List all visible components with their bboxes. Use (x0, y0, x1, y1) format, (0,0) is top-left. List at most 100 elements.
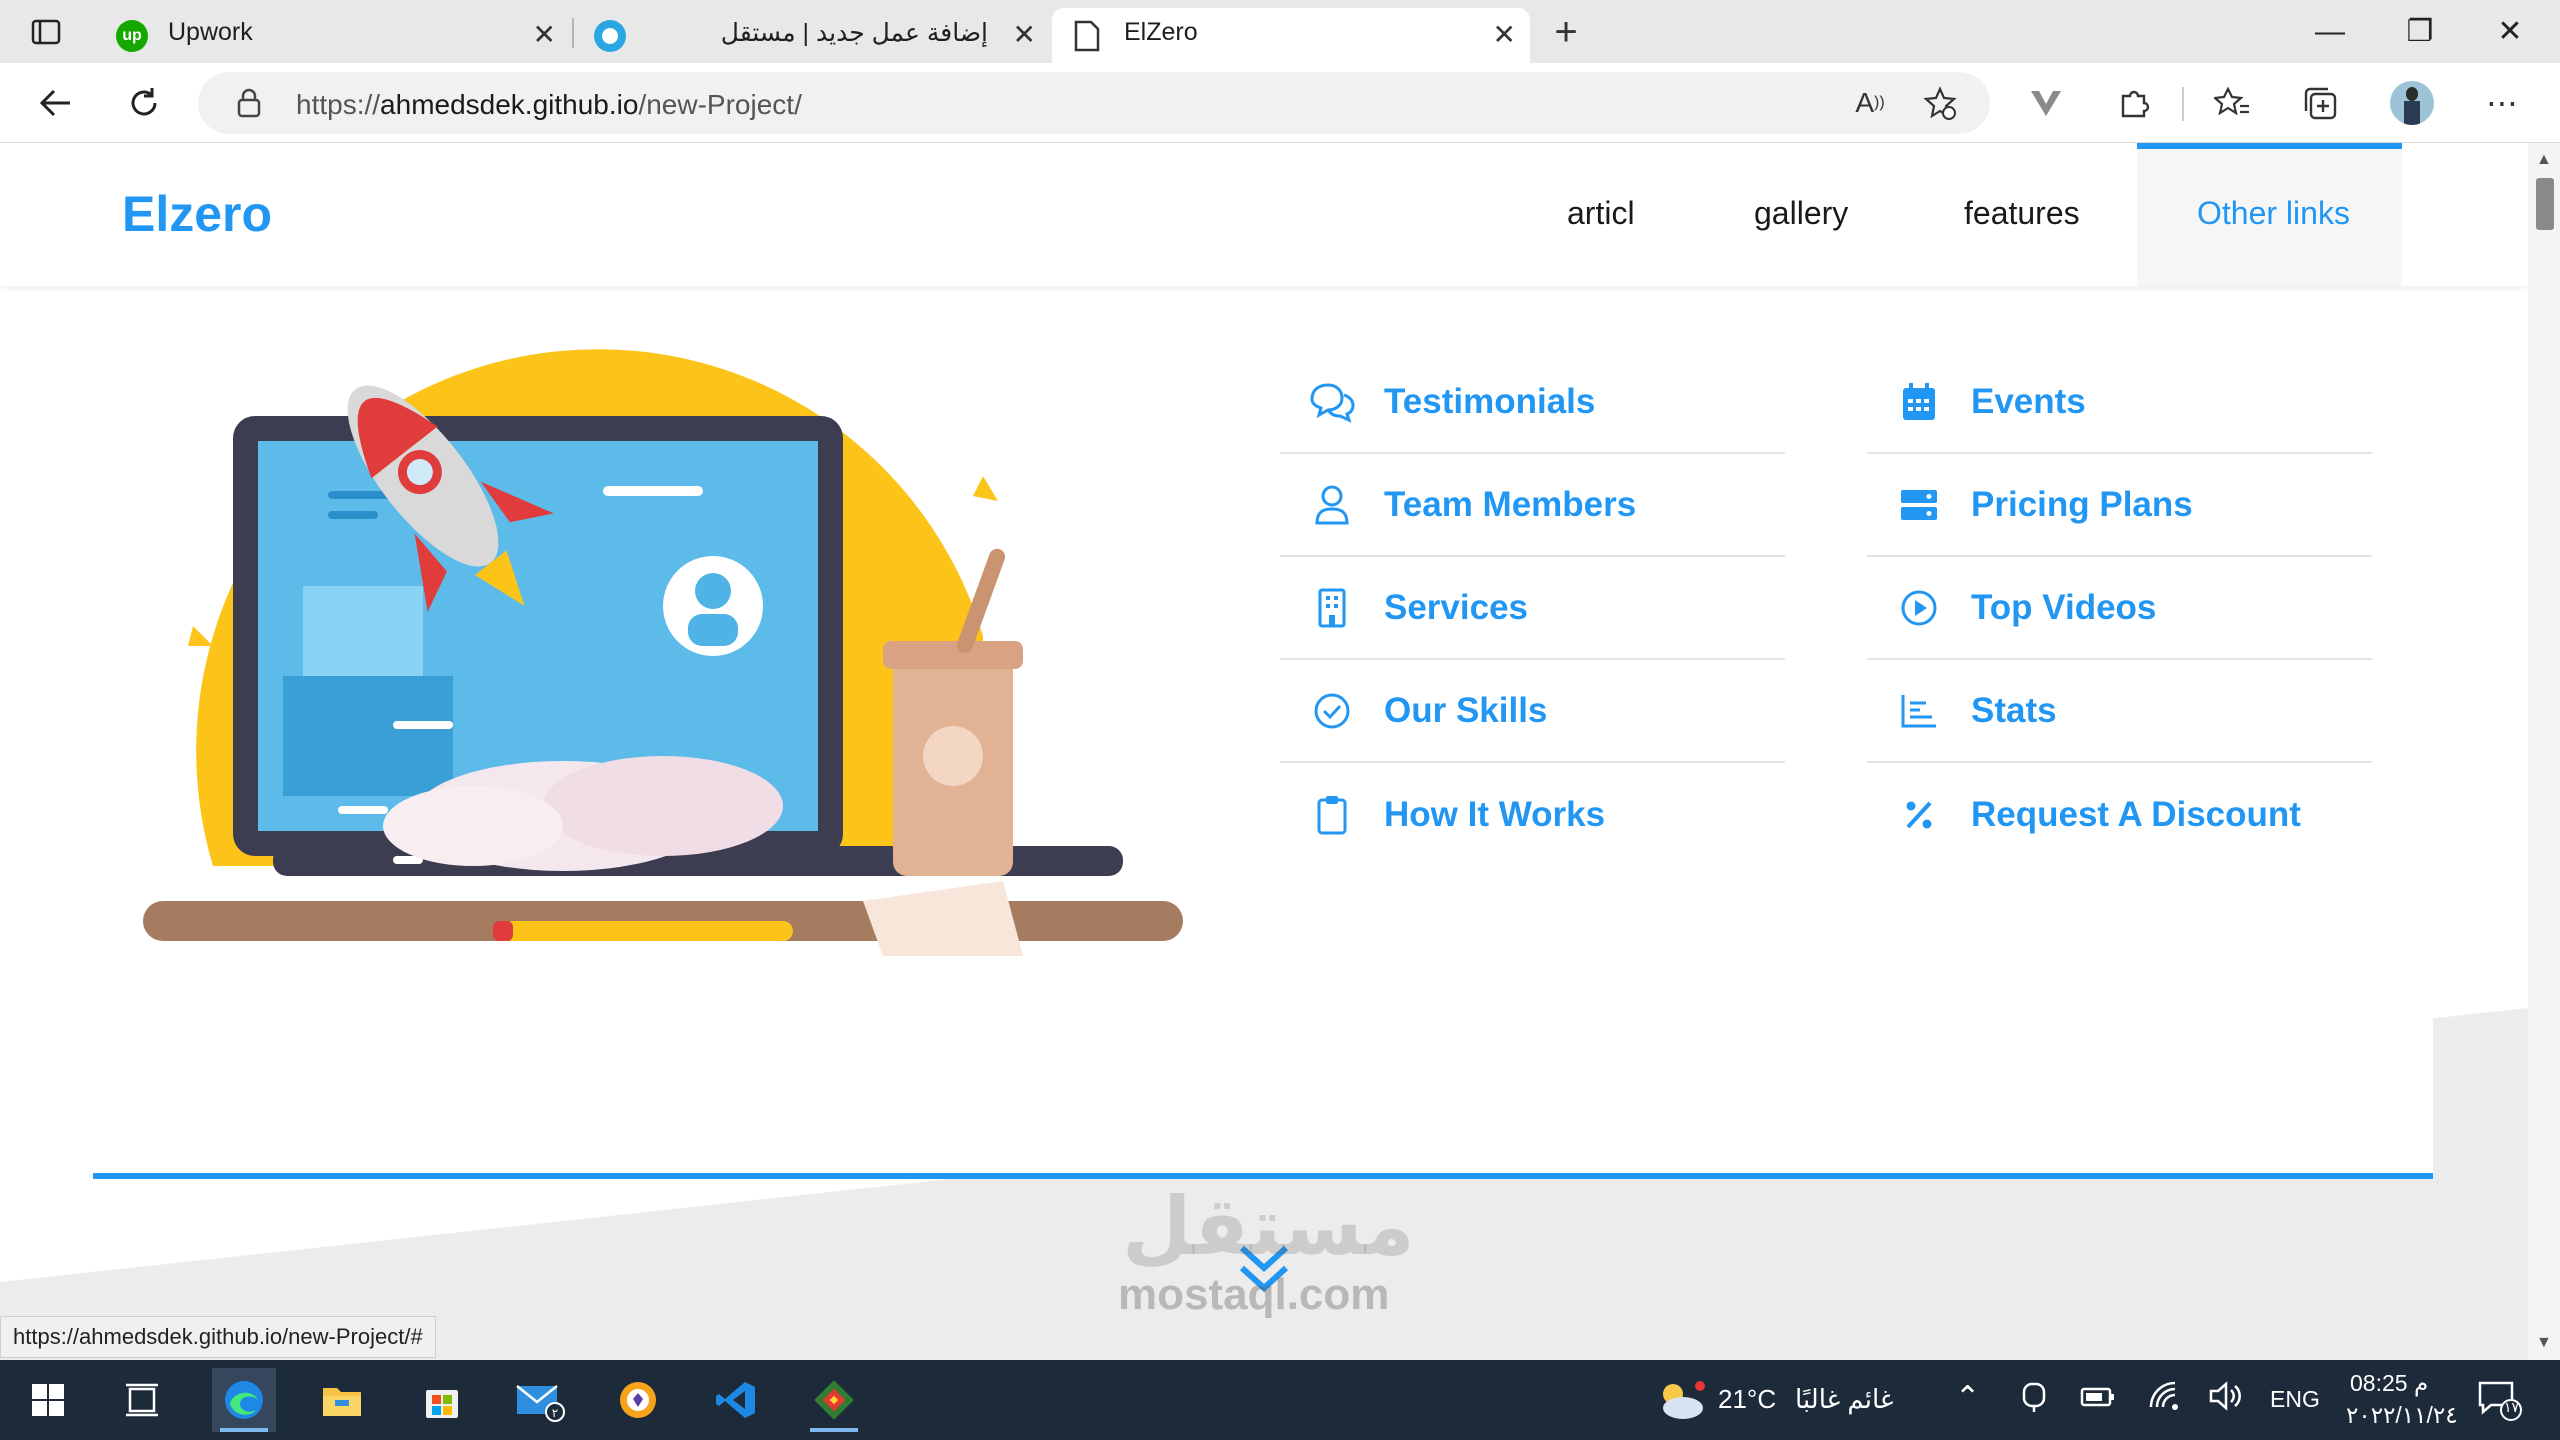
favorite-star-icon[interactable] (1918, 81, 1962, 125)
tab-mostaql[interactable]: إضافة عمل جديد | مستقل ✕ (580, 8, 1050, 63)
clock-date[interactable]: ٢٠٢٢/١١/٢٤ (2346, 1402, 2458, 1429)
percent-icon (1889, 785, 1949, 845)
git-app-icon[interactable] (802, 1368, 866, 1432)
building-icon (1302, 578, 1362, 638)
extension-v-icon[interactable] (2024, 81, 2068, 125)
svg-text:٢: ٢ (552, 1406, 558, 1420)
weather-condition[interactable]: غائم غالبًا (1795, 1384, 1894, 1415)
windows-start-icon[interactable] (16, 1368, 80, 1432)
menu-item-label: How It Works (1384, 794, 1606, 834)
tab-title: ElZero (1124, 18, 1198, 46)
browser-toolbar: https://ahmedsdek.github.io/new-Project/… (0, 63, 2560, 143)
scroll-up-arrow-icon[interactable]: ▲ (2536, 151, 2552, 169)
server-icon (1889, 475, 1949, 535)
menu-item-label: Testimonials (1384, 381, 1596, 421)
chart-icon (1889, 681, 1949, 741)
refresh-icon[interactable] (122, 81, 166, 125)
nav-link-other-links[interactable]: Other links (2137, 143, 2402, 286)
lock-icon[interactable] (236, 88, 262, 123)
scrollbar-thumb[interactable] (2536, 178, 2554, 230)
menu-item-pricing-plans[interactable]: Pricing Plans (1867, 454, 2372, 557)
calendar-icon (1889, 372, 1949, 432)
edge-app-icon[interactable] (212, 1368, 276, 1432)
file-explorer-icon[interactable] (310, 1368, 374, 1432)
menu-item-request-a-discount[interactable]: Request A Discount (1867, 763, 2372, 866)
url-text[interactable]: https://ahmedsdek.github.io/new-Project/ (296, 89, 802, 121)
page-viewport: Elzero articl gallery features Other lin… (0, 143, 2528, 1360)
scroll-down-arrow-icon[interactable]: ▼ (2536, 1334, 2552, 1352)
menu-item-stats[interactable]: Stats (1867, 660, 2372, 763)
menu-item-top-videos[interactable]: Top Videos (1867, 557, 2372, 660)
menu-item-label: Request A Discount (1971, 794, 2301, 834)
more-menu-icon[interactable]: ⋯ (2480, 81, 2524, 125)
active-indicator (220, 1428, 268, 1432)
collections-icon[interactable] (2298, 81, 2342, 125)
brave-vpn-icon[interactable] (606, 1368, 670, 1432)
menu-item-label: Top Videos (1971, 587, 2157, 627)
mail-app-icon[interactable]: ٢ (508, 1368, 572, 1432)
menu-item-services[interactable]: Services (1280, 557, 1785, 660)
close-window-icon[interactable]: ✕ (2480, 12, 2540, 52)
close-tab-icon[interactable]: ✕ (533, 21, 556, 49)
restore-icon[interactable]: ❐ (2390, 12, 2450, 52)
menu-item-how-it-works[interactable]: How It Works (1280, 763, 1785, 866)
page-favicon-icon (1074, 20, 1100, 59)
volume-icon[interactable] (2208, 1380, 2244, 1419)
vscode-icon[interactable] (704, 1368, 768, 1432)
nav-link-features[interactable]: features (1964, 195, 2080, 232)
play-circle-icon (1889, 578, 1949, 638)
toolbar-separator (2182, 87, 2184, 121)
menu-item-events[interactable]: Events (1867, 351, 2372, 454)
url-host: ahmedsdek.github.io (380, 89, 639, 120)
back-icon[interactable] (34, 81, 78, 125)
upwork-favicon-icon: up (116, 20, 148, 52)
wifi-icon[interactable] (2148, 1380, 2182, 1417)
windows-taskbar: ٢ 21°C غائم غالبًا ⌃ ENG 08:25 م ٢٠٢٢/١١… (0, 1360, 2560, 1440)
mega-menu: Testimonials Team Members Services Our S… (93, 286, 2433, 1179)
clock-time[interactable]: 08:25 م (2350, 1370, 2428, 1397)
notifications-icon[interactable]: ١٧ (2468, 1368, 2532, 1432)
watermark-arabic: مستقل (1122, 1182, 1415, 1271)
mega-menu-left-column: Testimonials Team Members Services Our S… (1280, 351, 1785, 866)
close-tab-icon[interactable]: ✕ (1013, 21, 1036, 49)
read-aloud-icon[interactable]: A)) (1848, 81, 1892, 125)
close-tab-icon[interactable]: ✕ (1493, 21, 1516, 49)
mostaql-favicon-icon (594, 20, 626, 52)
extensions-puzzle-icon[interactable] (2112, 81, 2156, 125)
tab-actions-icon[interactable] (24, 10, 68, 54)
tab-separator (572, 18, 574, 48)
menu-item-testimonials[interactable]: Testimonials (1280, 351, 1785, 454)
input-language[interactable]: ENG (2270, 1386, 2320, 1413)
task-view-icon[interactable] (110, 1368, 174, 1432)
site-header: Elzero articl gallery features Other lin… (0, 143, 2528, 286)
new-tab-button[interactable]: + (1544, 10, 1588, 54)
menu-item-label: Events (1971, 381, 2086, 421)
menu-item-our-skills[interactable]: Our Skills (1280, 660, 1785, 763)
show-hidden-icons-chevron-icon[interactable]: ⌃ (1955, 1380, 1980, 1415)
page-scrollbar[interactable]: ▲ ▼ (2528, 143, 2560, 1360)
menu-item-label: Pricing Plans (1971, 484, 2193, 524)
tab-title: إضافة عمل جديد | مستقل (720, 19, 988, 47)
favorites-icon[interactable] (2210, 81, 2254, 125)
nav-link-label: Other links (2197, 195, 2350, 231)
tab-elzero[interactable]: ElZero ✕ (1052, 8, 1530, 63)
nav-link-articl[interactable]: articl (1567, 195, 1635, 232)
battery-icon[interactable] (2080, 1384, 2116, 1415)
microsoft-store-icon[interactable] (410, 1368, 474, 1432)
weather-temperature[interactable]: 21°C (1718, 1384, 1776, 1415)
notification-count: ١٧ (2504, 1400, 2520, 1416)
menu-item-team-members[interactable]: Team Members (1280, 454, 1785, 557)
url-scheme: https:// (296, 89, 381, 120)
menu-item-label: Services (1384, 587, 1529, 627)
mega-menu-right-column: Events Pricing Plans Top Videos Stats Re… (1867, 351, 2372, 866)
menu-item-label: Stats (1971, 690, 2057, 730)
address-bar[interactable]: https://ahmedsdek.github.io/new-Project/… (198, 72, 1990, 134)
tab-upwork[interactable]: up Upwork ✕ (100, 8, 570, 63)
meet-now-icon[interactable] (2020, 1380, 2048, 1421)
profile-avatar[interactable] (2390, 81, 2434, 125)
minimize-icon[interactable]: — (2300, 12, 2360, 52)
site-logo[interactable]: Elzero (122, 185, 272, 243)
weather-cloudy-icon[interactable] (1648, 1368, 1712, 1432)
nav-link-gallery[interactable]: gallery (1754, 195, 1848, 232)
url-path: /new-Project/ (638, 89, 802, 120)
